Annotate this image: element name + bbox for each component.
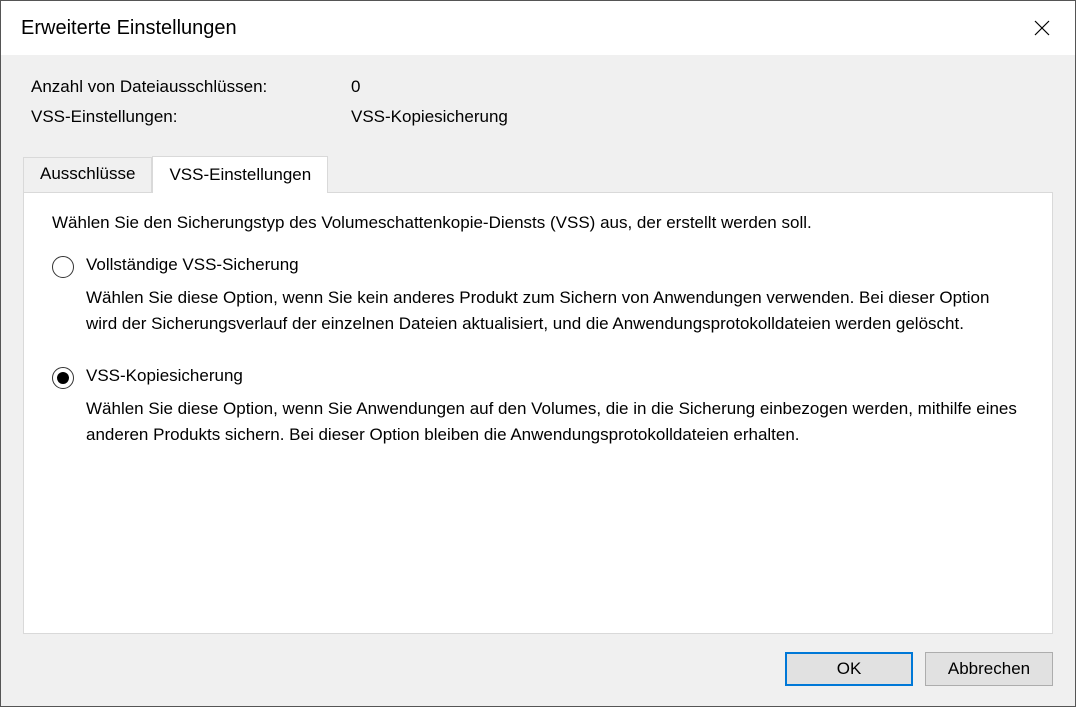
- panel-instruction: Wählen Sie den Sicherungstyp des Volumes…: [52, 213, 1024, 233]
- summary-row-vss: VSS-Einstellungen: VSS-Kopiesicherung: [31, 107, 1045, 127]
- vss-settings-label: VSS-Einstellungen:: [31, 107, 351, 127]
- vss-radio-group: Vollständige VSS-Sicherung Wählen Sie di…: [52, 255, 1024, 448]
- radio-full-backup-description: Wählen Sie diese Option, wenn Sie kein a…: [86, 285, 1024, 338]
- radio-copy-backup-input[interactable]: [52, 367, 74, 389]
- button-row: OK Abbrechen: [23, 634, 1053, 688]
- cancel-button[interactable]: Abbrechen: [925, 652, 1053, 686]
- radio-full-backup-input[interactable]: [52, 256, 74, 278]
- summary-row-exclusions: Anzahl von Dateiausschlüssen: 0: [31, 77, 1045, 97]
- radio-copy-content: VSS-Kopiesicherung Wählen Sie diese Opti…: [86, 366, 1024, 449]
- summary-section: Anzahl von Dateiausschlüssen: 0 VSS-Eins…: [23, 73, 1053, 155]
- dialog-title: Erweiterte Einstellungen: [21, 17, 237, 40]
- tab-panel-vss: Wählen Sie den Sicherungstyp des Volumes…: [23, 192, 1053, 634]
- tab-vss-settings[interactable]: VSS-Einstellungen: [152, 156, 328, 193]
- radio-option-copy-backup[interactable]: VSS-Kopiesicherung Wählen Sie diese Opti…: [52, 366, 1024, 449]
- close-icon: [1034, 20, 1050, 36]
- radio-full-content: Vollständige VSS-Sicherung Wählen Sie di…: [86, 255, 1024, 338]
- dialog-window: Erweiterte Einstellungen Anzahl von Date…: [0, 0, 1076, 707]
- radio-option-full-backup[interactable]: Vollständige VSS-Sicherung Wählen Sie di…: [52, 255, 1024, 338]
- radio-full-backup-label[interactable]: Vollständige VSS-Sicherung: [86, 255, 1024, 275]
- ok-button[interactable]: OK: [785, 652, 913, 686]
- titlebar: Erweiterte Einstellungen: [1, 1, 1075, 55]
- radio-copy-backup-label[interactable]: VSS-Kopiesicherung: [86, 366, 1024, 386]
- radio-copy-backup-description: Wählen Sie diese Option, wenn Sie Anwend…: [86, 396, 1024, 449]
- close-button[interactable]: [1027, 13, 1057, 43]
- tab-exclusions[interactable]: Ausschlüsse: [23, 157, 152, 192]
- exclusions-count-value: 0: [351, 77, 1045, 97]
- tabs-container: Ausschlüsse VSS-Einstellungen Wählen Sie…: [23, 155, 1053, 634]
- content-area: Anzahl von Dateiausschlüssen: 0 VSS-Eins…: [1, 55, 1075, 706]
- tab-strip: Ausschlüsse VSS-Einstellungen: [23, 155, 1053, 192]
- exclusions-count-label: Anzahl von Dateiausschlüssen:: [31, 77, 351, 97]
- vss-settings-value: VSS-Kopiesicherung: [351, 107, 1045, 127]
